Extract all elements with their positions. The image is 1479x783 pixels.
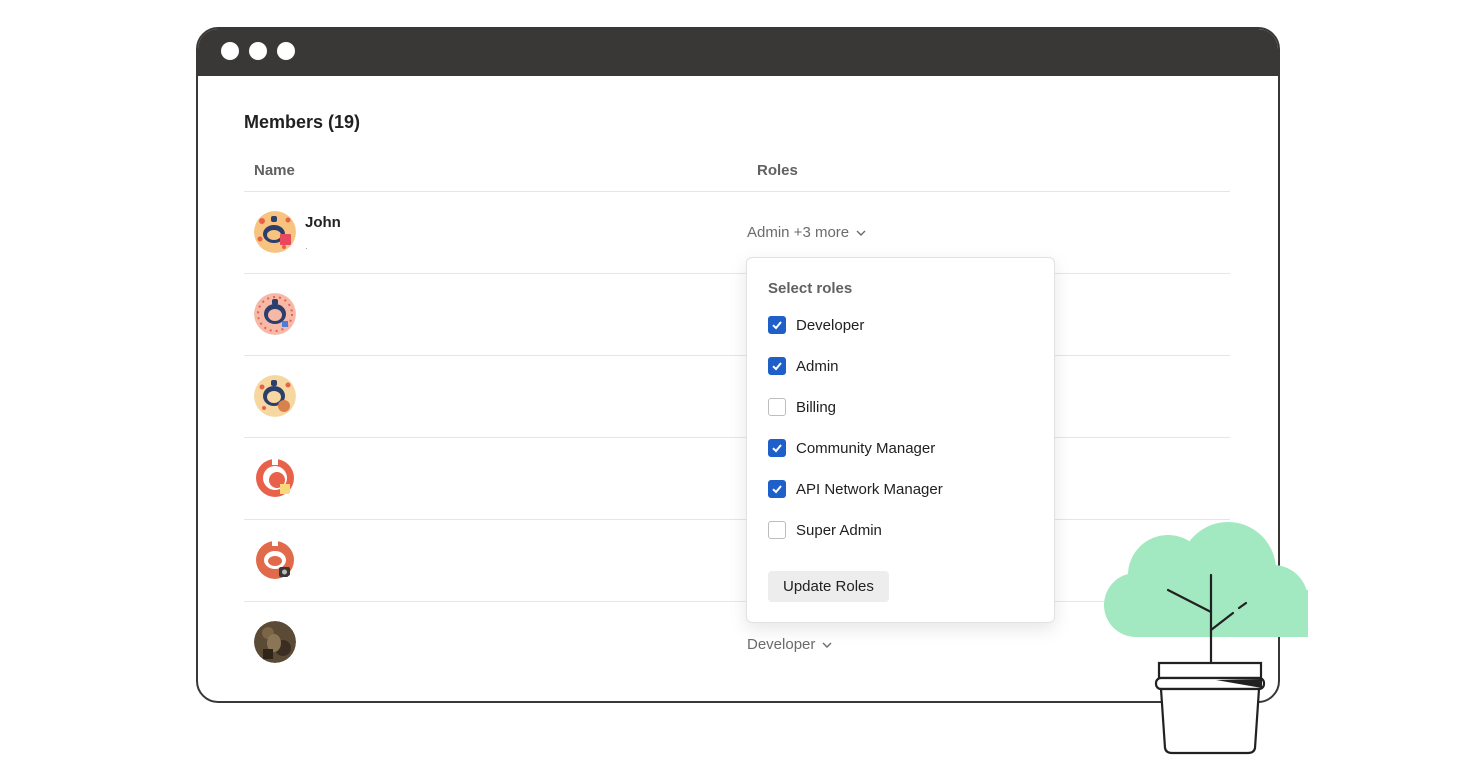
role-option-admin[interactable]: Admin <box>768 356 839 376</box>
member-subtitle: . <box>305 241 308 252</box>
role-summary: Developer <box>747 636 816 653</box>
row-divider <box>244 273 1230 274</box>
role-option-billing[interactable]: Billing <box>768 397 836 417</box>
checkmark-icon <box>772 362 782 371</box>
window-close-dot-icon[interactable] <box>221 42 239 60</box>
window-titlebar <box>198 29 1278 76</box>
avatar <box>254 621 296 663</box>
avatar <box>254 375 296 417</box>
header-divider <box>244 191 1230 192</box>
column-header-roles: Roles <box>757 162 798 179</box>
avatar <box>254 293 296 335</box>
window-minimize-dot-icon[interactable] <box>249 42 267 60</box>
row-divider <box>244 437 1230 438</box>
checkmark-icon <box>772 444 782 453</box>
row-divider <box>244 355 1230 356</box>
checkbox[interactable] <box>768 439 786 457</box>
role-option-api-network-manager[interactable]: API Network Manager <box>768 479 943 499</box>
role-option-label: API Network Manager <box>796 480 943 498</box>
chevron-down-icon <box>822 642 832 648</box>
checkbox[interactable] <box>768 480 786 498</box>
checkmark-icon <box>772 485 782 494</box>
role-option-label: Billing <box>796 398 837 416</box>
role-summary: Admin +3 more <box>747 224 850 241</box>
row-divider <box>244 601 1230 602</box>
role-option-label: Community Manager <box>796 439 936 457</box>
checkbox[interactable] <box>768 521 786 539</box>
window-maximize-dot-icon[interactable] <box>277 42 295 60</box>
update-roles-button[interactable]: Update Roles <box>768 571 889 602</box>
members-title: Members (19) <box>244 112 361 132</box>
checkmark-icon <box>772 321 782 330</box>
select-roles-dropdown: Select roles Developer Admin Billing Com… <box>746 257 1055 623</box>
role-option-community-manager[interactable]: Community Manager <box>768 438 935 458</box>
role-option-super-admin[interactable]: Super Admin <box>768 520 882 540</box>
row-divider <box>244 519 1230 520</box>
role-option-label: Super Admin <box>796 521 882 539</box>
role-option-label: Developer <box>796 316 865 334</box>
avatar <box>254 539 296 581</box>
dropdown-title: Select roles <box>768 280 853 297</box>
checkbox[interactable] <box>768 357 786 375</box>
role-selector[interactable]: Developer <box>747 636 833 653</box>
potted-plant-icon <box>1104 522 1308 755</box>
role-option-developer[interactable]: Developer <box>768 315 864 335</box>
avatar <box>254 211 296 253</box>
avatar <box>254 457 296 499</box>
checkbox[interactable] <box>768 316 786 334</box>
role-selector[interactable]: Admin +3 more <box>747 224 867 241</box>
column-header-name: Name <box>254 162 295 179</box>
checkbox[interactable] <box>768 398 786 416</box>
chevron-down-icon <box>856 230 866 236</box>
member-name: John <box>305 214 341 231</box>
role-option-label: Admin <box>796 357 839 375</box>
